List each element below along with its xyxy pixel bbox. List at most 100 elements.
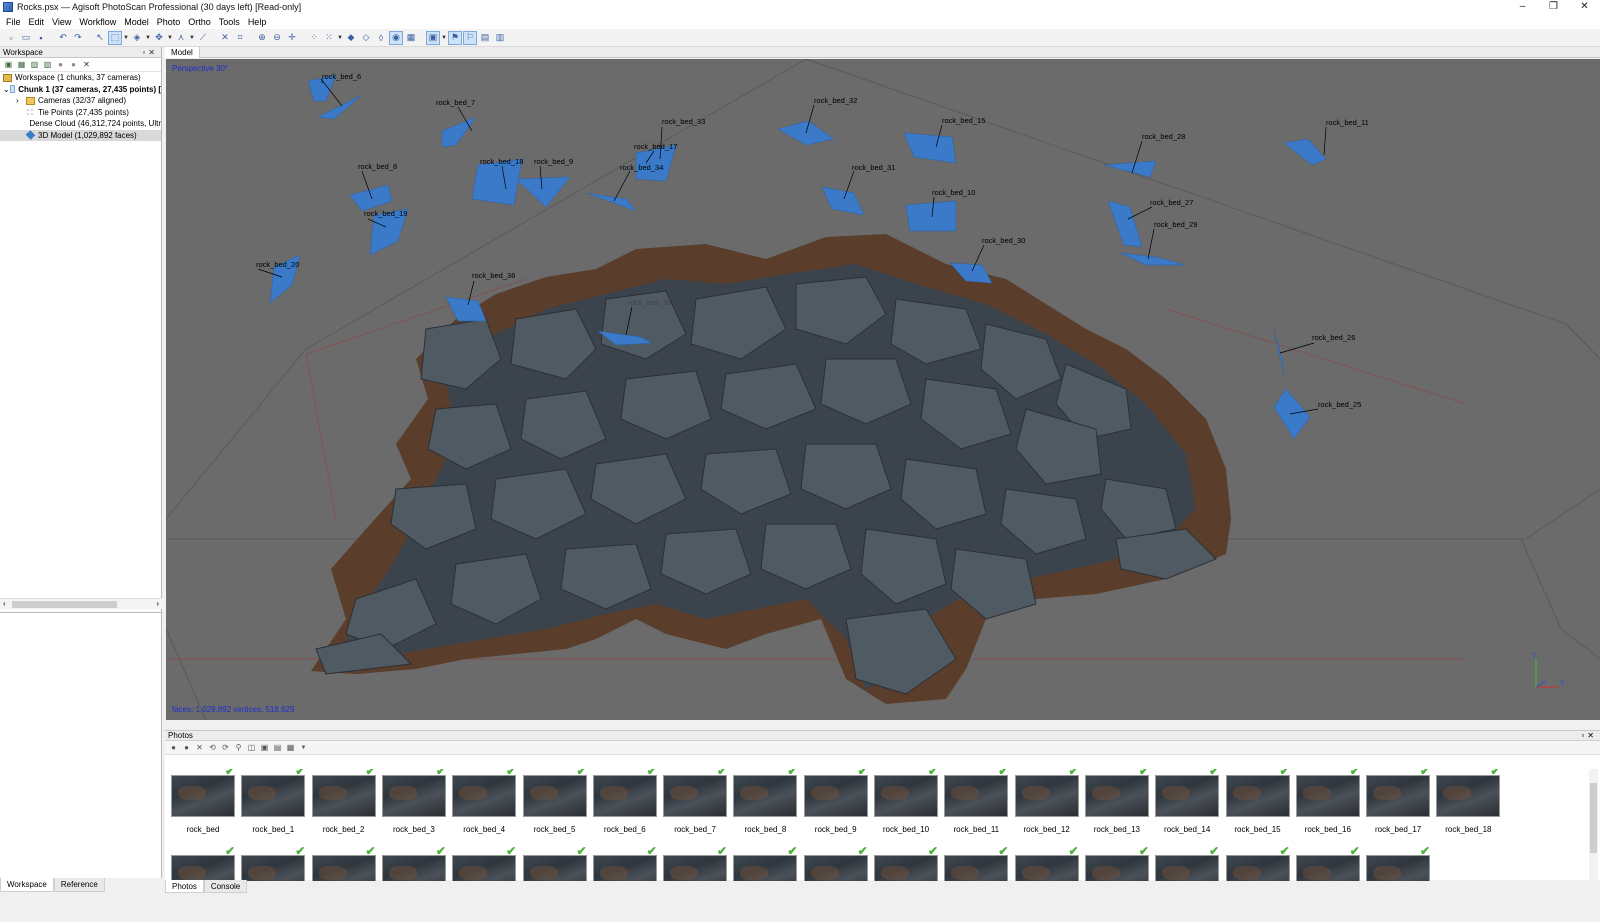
menu-view[interactable]: View bbox=[48, 17, 75, 27]
photo-thumbnail[interactable]: ✔ rock_bed_17 bbox=[1366, 769, 1431, 837]
new-document-icon[interactable]: ▫ bbox=[4, 31, 18, 45]
add-marker-icon[interactable]: ▨ bbox=[42, 59, 53, 70]
shaded-model-icon[interactable]: ◆ bbox=[344, 31, 358, 45]
photo-thumbnail[interactable]: ✔ bbox=[452, 845, 517, 881]
dropdown-arrow-icon[interactable]: ▼ bbox=[189, 31, 195, 45]
photo-thumbnail[interactable]: ✔ bbox=[803, 845, 868, 881]
menu-photo[interactable]: Photo bbox=[153, 17, 185, 27]
scrollbar-thumb[interactable] bbox=[1590, 783, 1597, 853]
draw-polyline-icon[interactable]: ⋏ bbox=[174, 31, 188, 45]
show-shapes-icon[interactable]: ⚐ bbox=[463, 30, 477, 45]
photo-thumbnail[interactable]: ✔ bbox=[171, 845, 235, 881]
photo-thumbnail[interactable]: ✔ rock_bed_4 bbox=[452, 769, 517, 837]
filter-by-markers-icon[interactable]: ⚲ bbox=[233, 742, 244, 753]
zoom-in-icon[interactable]: ⊕ bbox=[255, 31, 269, 45]
menu-ortho[interactable]: Ortho bbox=[184, 17, 215, 27]
tree-item-dense-cloud[interactable]: Dense Cloud (46,312,724 points, Ultr bbox=[0, 118, 161, 130]
photo-thumbnail[interactable]: ✔ rock_bed_16 bbox=[1295, 769, 1360, 837]
dropdown-arrow-icon[interactable]: ▼ bbox=[123, 31, 129, 45]
tree-item-chunk[interactable]: ⌄ Chunk 1 (37 cameras, 27,435 points) [ bbox=[0, 84, 161, 96]
rotate-left-icon[interactable]: ⟲ bbox=[207, 742, 218, 753]
redo-icon[interactable]: ↷ bbox=[71, 31, 85, 45]
point-cloud-icon[interactable]: ⁘ bbox=[307, 31, 321, 45]
workspace-horizontal-scrollbar[interactable]: ‹ › bbox=[0, 598, 162, 609]
dropdown-arrow-icon[interactable]: ▼ bbox=[441, 31, 447, 45]
add-folder-icon[interactable]: ▧ bbox=[29, 59, 40, 70]
remove-cameras-icon[interactable]: ✕ bbox=[194, 742, 205, 753]
menu-workflow[interactable]: Workflow bbox=[75, 17, 120, 27]
wireframe-model-icon[interactable]: ◊ bbox=[374, 31, 388, 45]
scroll-right-icon[interactable]: › bbox=[156, 599, 159, 608]
show-cameras-icon[interactable]: ▣ bbox=[426, 30, 440, 45]
show-cameras-icon[interactable]: ▣ bbox=[259, 742, 270, 753]
enable-icon[interactable]: ● bbox=[55, 59, 66, 70]
reset-view-icon[interactable]: ✛ bbox=[285, 31, 299, 45]
photo-thumbnail[interactable]: ✔ rock_bed_1 bbox=[241, 769, 306, 837]
collapse-arrow-icon[interactable]: ⌄ bbox=[3, 85, 10, 94]
menu-edit[interactable]: Edit bbox=[25, 17, 49, 27]
navigation-cursor-icon[interactable]: ↖ bbox=[93, 31, 107, 45]
photo-thumbnail[interactable]: ✔ bbox=[733, 845, 798, 881]
open-folder-icon[interactable]: ▭ bbox=[19, 31, 33, 45]
panel-float-close-icons[interactable]: ▫✕ bbox=[1581, 731, 1597, 740]
photo-thumbnail[interactable]: ✔ bbox=[663, 845, 728, 881]
tree-item-cameras[interactable]: › Cameras (32/37 aligned) bbox=[0, 95, 161, 107]
zoom-out-icon[interactable]: ⊖ bbox=[270, 31, 284, 45]
undo-icon[interactable]: ↶ bbox=[56, 31, 70, 45]
tree-item-workspace[interactable]: Workspace (1 chunks, 37 cameras) bbox=[0, 72, 161, 84]
dropdown-arrow-icon[interactable]: ▼ bbox=[167, 31, 173, 45]
photo-thumbnail[interactable]: ✔ bbox=[1155, 845, 1220, 881]
expand-arrow-icon[interactable]: › bbox=[16, 96, 26, 105]
view-mode-icon[interactable]: ▦ bbox=[285, 742, 296, 753]
show-images-icon[interactable]: ▤ bbox=[478, 31, 492, 45]
minimize-button[interactable]: – bbox=[1507, 0, 1538, 14]
model-selection-icon[interactable]: ◈ bbox=[130, 31, 144, 45]
menu-file[interactable]: File bbox=[2, 17, 25, 27]
panel-float-close-icons[interactable]: ▫✕ bbox=[142, 48, 158, 57]
photo-thumbnail[interactable]: ✔ rock_bed_5 bbox=[522, 769, 587, 837]
dropdown-arrow-icon[interactable]: ▼ bbox=[145, 31, 151, 45]
menu-help[interactable]: Help bbox=[244, 17, 271, 27]
photo-thumbnail[interactable]: ✔ bbox=[592, 845, 657, 881]
photo-thumbnail[interactable]: ✔ rock_bed_3 bbox=[381, 769, 446, 837]
dropdown-arrow-icon[interactable]: ▼ bbox=[337, 31, 343, 45]
tiled-model-icon[interactable]: ▦ bbox=[404, 31, 418, 45]
photo-thumbnail[interactable]: ✔ rock_bed_12 bbox=[1014, 769, 1079, 837]
tab-photos[interactable]: Photos bbox=[165, 880, 204, 893]
photo-thumbnail[interactable]: ✔ rock_bed_9 bbox=[803, 769, 868, 837]
photo-thumbnail[interactable]: ✔ rock_bed_15 bbox=[1225, 769, 1290, 837]
rotate-right-icon[interactable]: ⟳ bbox=[220, 742, 231, 753]
close-button[interactable]: ✕ bbox=[1569, 0, 1600, 14]
tab-reference[interactable]: Reference bbox=[53, 878, 105, 892]
photo-thumbnail[interactable]: ✔ bbox=[522, 845, 587, 881]
photo-thumbnail[interactable]: ✔ rock_bed_11 bbox=[944, 769, 1009, 837]
tree-item-3d-model[interactable]: 3D Model (1,029,892 faces) bbox=[0, 129, 161, 141]
photo-thumbnail[interactable]: ✔ bbox=[311, 845, 376, 881]
photo-thumbnail[interactable]: ✔ rock_bed_2 bbox=[311, 769, 376, 837]
dense-cloud-icon[interactable]: ⁙ bbox=[322, 31, 336, 45]
photo-thumbnail[interactable]: ✔ rock_bed_14 bbox=[1155, 769, 1220, 837]
photos-vertical-scrollbar[interactable] bbox=[1589, 769, 1598, 881]
ruler-icon[interactable]: ⟋ bbox=[196, 31, 210, 45]
solid-model-icon[interactable]: ◇ bbox=[359, 31, 373, 45]
textured-model-icon[interactable]: ◉ bbox=[389, 30, 403, 45]
photo-thumbnail[interactable]: ✔ bbox=[1366, 845, 1431, 881]
tab-console[interactable]: Console bbox=[203, 880, 248, 893]
photo-thumbnail[interactable]: ✔ bbox=[241, 845, 306, 881]
photo-thumbnail[interactable]: ✔ rock_bed_6 bbox=[592, 769, 657, 837]
photo-thumbnail[interactable]: ✔ bbox=[1084, 845, 1149, 881]
move-object-icon[interactable]: ✥ bbox=[152, 31, 166, 45]
photo-thumbnail[interactable]: ✔ rock_bed bbox=[171, 769, 235, 837]
restore-button[interactable]: ❐ bbox=[1538, 0, 1569, 14]
scrollbar-thumb[interactable] bbox=[12, 601, 117, 608]
photo-thumbnail[interactable]: ✔ rock_bed_10 bbox=[874, 769, 938, 837]
menu-tools[interactable]: Tools bbox=[215, 17, 244, 27]
photo-thumbnail[interactable]: ✔ rock_bed_18 bbox=[1436, 769, 1501, 837]
photo-thumbnail[interactable]: ✔ bbox=[1295, 845, 1360, 881]
tree-item-tie-points[interactable]: Tie Points (27,435 points) bbox=[0, 107, 161, 119]
photo-thumbnail[interactable]: ✔ rock_bed_8 bbox=[733, 769, 798, 837]
show-region-icon[interactable]: ▥ bbox=[493, 31, 507, 45]
save-icon[interactable]: ▪ bbox=[34, 31, 48, 45]
add-photos-icon[interactable]: ▦ bbox=[16, 59, 27, 70]
crop-selection-icon[interactable]: ⌗ bbox=[233, 31, 247, 45]
